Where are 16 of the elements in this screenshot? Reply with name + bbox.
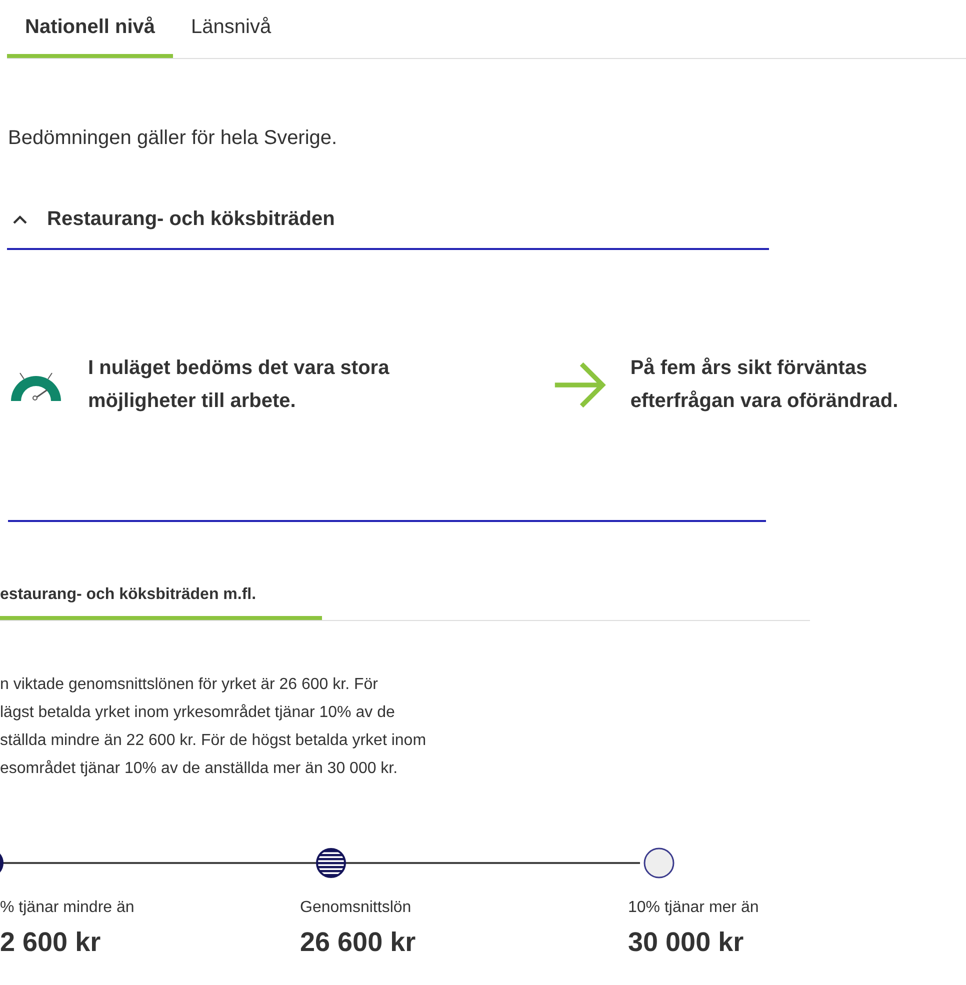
arrow-right-icon [553, 360, 606, 410]
salary-value: 26 600 kr [300, 927, 417, 958]
salary-description: n viktade genomsnittslönen för yrket är 26 600 kr. För lägst betalda yrket inom yrkesområdet tjänar 10% av de ställda mindre än 22 600 kr. För de högst betalda yrket inom esområdet tjänar 10% av de anställda mer än 30 000 kr. [0, 675, 428, 779]
salary-label: 10% tjänar mer än [628, 899, 759, 916]
salary-label: Genomsnittslön [300, 899, 412, 916]
tab[interactable]: Länsnivå [173, 0, 290, 58]
tab[interactable]: Nationell nivå [7, 0, 174, 58]
assessment-text: På fem års sikt förväntas efterfrågan vara oförändrad. [630, 356, 900, 414]
assessment-text: I nuläget bedöms det vara stora möjligheter till arbete. [88, 356, 390, 414]
intro-text: Bedömningen gäller för hela Sverige. [8, 127, 338, 150]
accordion-header[interactable]: Restaurang- och köksbiträden [7, 202, 769, 250]
chevron-icon [13, 214, 27, 224]
salary-label: % tjänar mindre än [0, 899, 134, 916]
tab[interactable]: estaurang- och köksbiträden m.fl. [0, 586, 322, 620]
salary-value: 2 600 kr [0, 927, 102, 958]
salary-value: 30 000 kr [628, 927, 745, 958]
